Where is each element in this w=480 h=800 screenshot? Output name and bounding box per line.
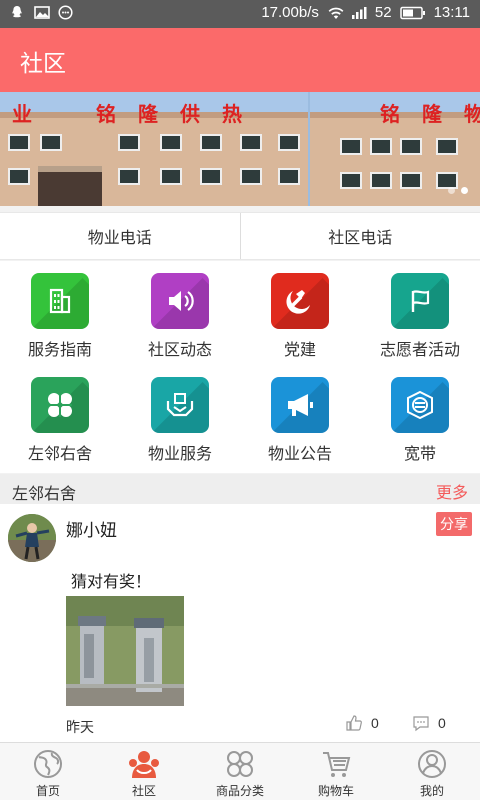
phone-row: 物业电话 社区电话 xyxy=(0,212,480,260)
grid-item-label: 左邻右舍 xyxy=(27,446,92,463)
post-image[interactable] xyxy=(66,596,184,706)
nav-item-mine[interactable]: 我的 xyxy=(384,743,480,800)
grid-item-property-notice[interactable]: 物业公告 xyxy=(240,365,360,469)
comment-icon xyxy=(413,716,429,732)
grid-item-community-news[interactable]: 社区动态 xyxy=(120,261,240,365)
nav-label: 商品分类 xyxy=(215,784,264,798)
cart-icon xyxy=(323,752,351,777)
nav-label: 购物车 xyxy=(317,784,354,798)
wifi-icon xyxy=(327,6,344,20)
grid-item-label: 党建 xyxy=(283,342,316,359)
like-count: 0 xyxy=(371,715,379,731)
status-bar: 17.00b/s 52 13:11 xyxy=(0,0,480,28)
signal-icon xyxy=(351,6,367,20)
nav-item-categories[interactable]: 商品分类 xyxy=(192,743,288,800)
flag-icon xyxy=(391,273,449,329)
qq-icon xyxy=(10,5,26,19)
community-phone-button[interactable]: 社区电话 xyxy=(241,213,480,259)
carousel-indicator xyxy=(448,187,468,194)
post-content: 猜对有奖！ xyxy=(71,574,152,591)
clover-icon xyxy=(31,377,89,433)
nav-label: 我的 xyxy=(419,784,444,798)
feature-grid: 服务指南 社区动态 党建 志愿者活动 左邻右舍 物业服务 物业公告 宽带 xyxy=(0,261,480,473)
grid-item-label: 宽带 xyxy=(403,446,436,463)
clover-outline-icon xyxy=(227,751,253,777)
grid-item-label: 社区动态 xyxy=(147,342,212,359)
hammer-sickle-icon xyxy=(271,273,329,329)
section-title: 左邻右舍 xyxy=(12,486,77,503)
megaphone-icon xyxy=(271,377,329,433)
grid-item-neighbors[interactable]: 左邻右舍 xyxy=(0,365,120,469)
network-speed: 17.00b/s xyxy=(261,4,319,21)
building-icon xyxy=(31,273,89,329)
comment-count: 0 xyxy=(438,715,446,731)
grid-item-property-service[interactable]: 物业服务 xyxy=(120,365,240,469)
share-button[interactable]: 分享 xyxy=(436,512,472,536)
like-button[interactable]: 0 xyxy=(345,714,379,732)
grid-item-label: 服务指南 xyxy=(27,342,92,359)
banner-sign-text: 业 铭隆供热 xyxy=(12,102,264,126)
battery-level: 52 xyxy=(374,4,392,21)
nav-item-community[interactable]: 社区 xyxy=(96,743,192,800)
nav-label: 社区 xyxy=(131,784,156,798)
clock: 13:11 xyxy=(433,4,470,21)
grid-item-label: 物业服务 xyxy=(147,446,212,463)
post-card[interactable]: 娜小妞 分享 猜对有奖！ 昨天 0 0 xyxy=(0,504,480,742)
broadband-icon xyxy=(391,377,449,433)
image-icon xyxy=(34,5,50,19)
thumbs-up-icon xyxy=(346,715,362,731)
globe-icon xyxy=(34,750,62,778)
nav-item-cart[interactable]: 购物车 xyxy=(288,743,384,800)
banner-sign-text: 铭隆物 xyxy=(380,102,480,126)
comment-button[interactable]: 0 xyxy=(412,714,446,732)
nav-label: 首页 xyxy=(35,784,60,798)
community-people-icon xyxy=(129,751,159,778)
property-phone-button[interactable]: 物业电话 xyxy=(0,213,240,259)
post-time: 昨天 xyxy=(66,719,94,735)
banner-slide[interactable]: 业 铭隆供热 xyxy=(0,92,308,206)
carousel-dot-active[interactable] xyxy=(461,187,468,194)
post-username[interactable]: 娜小妞 xyxy=(66,516,117,541)
section-header: 左邻右舍 更多 xyxy=(0,474,480,504)
grid-item-label: 志愿者活动 xyxy=(379,342,460,359)
grid-item-label: 物业公告 xyxy=(267,446,332,463)
app-header: 社区 xyxy=(0,28,480,92)
page-title: 社区 xyxy=(20,50,66,76)
grid-item-party-building[interactable]: 党建 xyxy=(240,261,360,365)
message-icon xyxy=(58,5,74,20)
grid-item-service-guide[interactable]: 服务指南 xyxy=(0,261,120,365)
grid-item-broadband[interactable]: 宽带 xyxy=(360,365,480,469)
user-icon xyxy=(418,750,446,778)
bottom-nav: 首页 社区 商品分类 购物车 我的 xyxy=(0,742,480,800)
speaker-icon xyxy=(151,273,209,329)
hands-box-icon xyxy=(151,377,209,433)
nav-item-home[interactable]: 首页 xyxy=(0,743,96,800)
more-link[interactable]: 更多 xyxy=(436,479,468,503)
avatar[interactable] xyxy=(8,514,56,562)
grid-item-volunteer[interactable]: 志愿者活动 xyxy=(360,261,480,365)
carousel-dot[interactable] xyxy=(448,187,455,194)
battery-icon xyxy=(399,6,426,20)
banner-carousel[interactable]: 业 铭隆供热 铭隆物 xyxy=(0,92,480,206)
